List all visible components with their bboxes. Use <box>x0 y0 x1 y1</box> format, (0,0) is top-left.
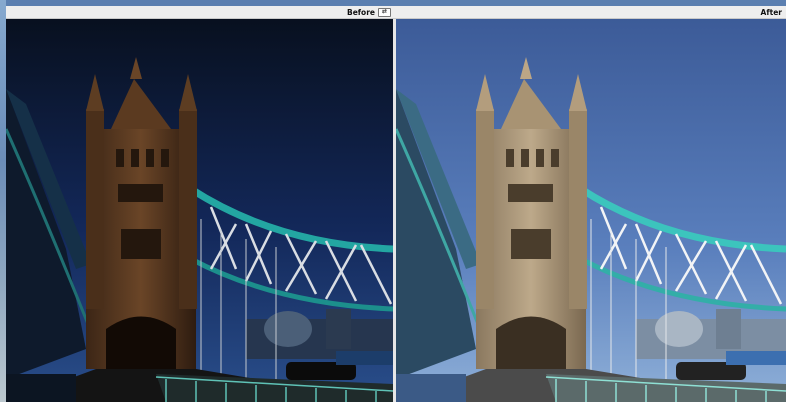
before-image-panel <box>6 19 394 402</box>
swap-glyph: ⇄ <box>381 8 388 15</box>
after-header: After <box>396 6 786 18</box>
before-header: Before ⇄ <box>6 6 395 18</box>
after-image-panel <box>396 19 786 402</box>
after-photo <box>396 19 786 402</box>
swap-arrows-icon[interactable]: ⇄ <box>378 7 391 17</box>
after-label: After <box>760 7 782 17</box>
before-label: Before <box>346 7 375 17</box>
before-photo <box>6 19 393 402</box>
